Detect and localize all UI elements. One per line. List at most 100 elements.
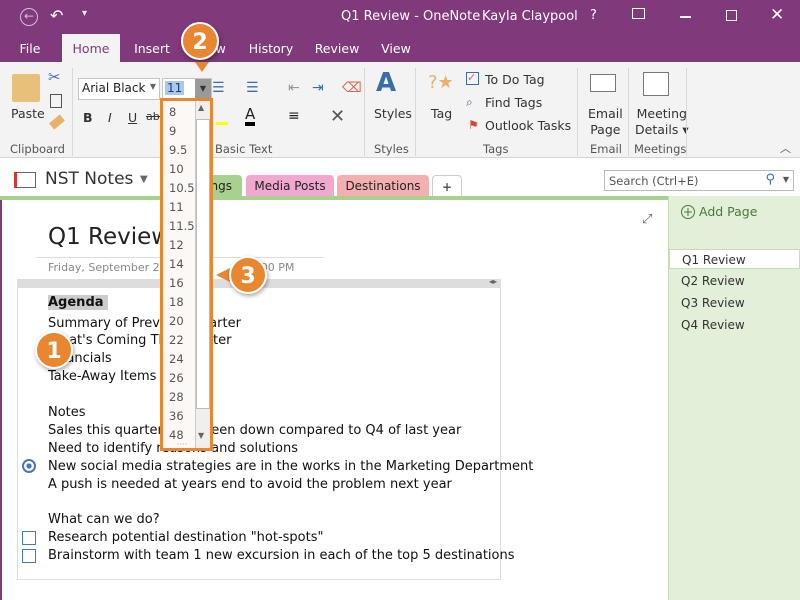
font-size-option[interactable]: 14 xyxy=(169,257,184,271)
tag-icon: ?★ xyxy=(428,72,454,93)
paragraph-radio-icon[interactable] xyxy=(22,459,36,473)
underline-button[interactable]: U xyxy=(128,110,137,125)
close-icon[interactable]: ✕ xyxy=(770,5,784,25)
resize-handle-icon[interactable]: ◂▸ xyxy=(489,277,497,286)
page-item-q1[interactable]: Q1 Review xyxy=(669,249,800,269)
back-icon[interactable]: ← xyxy=(20,8,38,26)
meeting-details-button[interactable]: Meeting Details ▾ xyxy=(635,106,689,138)
tab-history[interactable]: History xyxy=(244,34,298,62)
font-size-option[interactable]: 10.5 xyxy=(169,181,195,195)
font-size-option[interactable]: 20 xyxy=(169,314,184,328)
page-item-q4[interactable]: Q4 Review xyxy=(669,315,800,335)
meeting-label-1: Meeting xyxy=(636,106,687,121)
copy-icon[interactable] xyxy=(50,94,62,108)
outlook-tasks-button[interactable]: Outlook Tasks xyxy=(485,118,571,133)
section-tab-destinations[interactable]: Destinations xyxy=(337,175,429,197)
scroll-up-icon[interactable]: ▲ xyxy=(198,103,204,112)
align-icon[interactable]: ≡ xyxy=(288,108,300,124)
increase-indent-icon[interactable]: ⇥ xyxy=(312,80,324,96)
scroll-down-icon[interactable]: ▼ xyxy=(198,431,204,440)
restore-icon[interactable] xyxy=(726,10,737,21)
notebook-name[interactable]: NST Notes xyxy=(45,169,133,189)
tab-view-2[interactable]: View xyxy=(374,34,418,62)
styles-icon: A xyxy=(376,68,397,98)
cut-icon[interactable]: ✂ xyxy=(48,68,61,86)
note-line[interactable]: Sales this quarter have been down compar… xyxy=(48,423,461,438)
page-item-q3[interactable]: Q3 Review xyxy=(669,293,800,313)
user-name[interactable]: Kayla Claypool xyxy=(482,9,578,24)
page-item-q2[interactable]: Q2 Review xyxy=(669,271,800,291)
tab-file[interactable]: File xyxy=(10,34,50,62)
font-size-option[interactable]: 11.5 xyxy=(169,219,195,233)
font-size-option[interactable]: 24 xyxy=(169,352,184,366)
scrollbar[interactable]: ▲ ▼ xyxy=(195,101,210,448)
font-size-dropdown-list[interactable]: ▲ ▼ 8 9 9.5 10 10.5 11 11.5 12 14 16 18 20 22 24 26 28 3… xyxy=(160,98,213,451)
add-page-button[interactable]: + Add Page xyxy=(681,204,757,219)
collapse-ribbon-icon[interactable]: ︿ xyxy=(780,140,791,156)
bold-button[interactable]: B xyxy=(83,110,93,125)
delete-icon[interactable]: ✕ xyxy=(330,106,345,127)
font-size-option[interactable]: 8 xyxy=(169,105,176,119)
todo-tag-button[interactable]: To Do Tag xyxy=(485,72,545,87)
font-size-option[interactable]: 18 xyxy=(169,295,184,309)
find-tags-button[interactable]: Find Tags xyxy=(485,95,542,110)
tab-home[interactable]: Home xyxy=(62,34,120,62)
decrease-indent-icon[interactable]: ⇤ xyxy=(288,80,300,96)
paste-button[interactable]: Paste xyxy=(11,106,45,121)
font-name-field[interactable]: Arial Black ▼ xyxy=(78,78,160,100)
add-section-button[interactable]: + xyxy=(432,175,462,197)
expand-icon[interactable]: ⤢ xyxy=(642,212,652,227)
note-line[interactable]: Brainstorm with team 1 new excursion in … xyxy=(48,548,515,563)
font-color-icon[interactable]: A xyxy=(245,106,256,126)
tab-insert[interactable]: Insert xyxy=(128,34,176,62)
title-bar: ← ↶ ▾ Q1 Review - OneNote Kayla Claypool… xyxy=(0,0,800,34)
todo-checkbox[interactable] xyxy=(22,531,36,545)
minimize-icon[interactable] xyxy=(680,16,691,18)
note-line[interactable]: New social media strategies are in the w… xyxy=(48,459,533,474)
styles-button[interactable]: Styles xyxy=(374,106,412,121)
font-size-option[interactable]: 28 xyxy=(169,390,184,404)
note-line[interactable]: What can we do? xyxy=(48,512,160,527)
ribbon-display-icon[interactable] xyxy=(632,8,645,19)
font-size-option[interactable]: 26 xyxy=(169,371,184,385)
font-size-field[interactable]: 11 ▼ xyxy=(162,78,212,100)
font-size-dropdown-button[interactable]: ▼ xyxy=(195,79,211,99)
page-title[interactable]: Q1 Review xyxy=(48,224,170,250)
tag-button[interactable]: Tag xyxy=(431,106,452,121)
note-line[interactable]: A push is needed at years end to avoid t… xyxy=(48,477,452,492)
section-tab-media-posts[interactable]: Media Posts xyxy=(246,175,334,197)
font-size-option[interactable]: 22 xyxy=(169,333,184,347)
font-size-option[interactable]: 16 xyxy=(169,276,184,290)
font-size-option[interactable]: 36 xyxy=(169,409,184,423)
scrollbar-thumb[interactable] xyxy=(196,119,210,409)
clear-formatting-icon[interactable]: ⌫ xyxy=(342,80,362,96)
bullets-icon[interactable]: ☰ xyxy=(212,80,225,96)
numbering-icon[interactable]: ☰ xyxy=(246,80,259,96)
resize-grip-icon[interactable]: ···· xyxy=(177,440,187,449)
font-size-option[interactable]: 9.5 xyxy=(169,143,187,157)
notebook-dropdown-icon[interactable]: ▼ xyxy=(140,174,148,185)
italic-button[interactable]: I xyxy=(108,110,112,125)
font-name-value: Arial Black xyxy=(82,81,146,95)
todo-checkbox[interactable] xyxy=(22,549,36,563)
search-input[interactable]: Search (Ctrl+E) ⚲ ▼ xyxy=(604,170,794,191)
format-painter-icon[interactable] xyxy=(49,114,65,130)
search-scope-dropdown-icon[interactable]: ▼ xyxy=(783,175,789,184)
font-size-option[interactable]: 9 xyxy=(169,124,176,138)
font-size-value: 11 xyxy=(165,81,185,95)
page-date: Friday, September 23 xyxy=(48,261,167,274)
note-line[interactable]: Research potential destination "hot-spot… xyxy=(48,530,323,545)
font-size-option[interactable]: 12 xyxy=(169,238,184,252)
highlight-icon[interactable] xyxy=(216,122,228,125)
note-line[interactable]: Notes xyxy=(48,405,86,420)
note-line[interactable]: Agenda xyxy=(48,295,108,310)
customize-qat-icon[interactable]: ▾ xyxy=(82,8,87,19)
font-size-option[interactable]: 11 xyxy=(169,200,184,214)
font-size-option[interactable]: 10 xyxy=(169,162,184,176)
tab-review[interactable]: Review xyxy=(310,34,364,62)
undo-icon[interactable]: ↶ xyxy=(50,6,63,25)
note-line[interactable]: Take-Away Items xyxy=(48,369,156,384)
search-icon[interactable]: ⚲ xyxy=(765,172,775,187)
help-button[interactable]: ? xyxy=(590,8,597,23)
email-page-button[interactable]: Email Page xyxy=(588,106,623,138)
